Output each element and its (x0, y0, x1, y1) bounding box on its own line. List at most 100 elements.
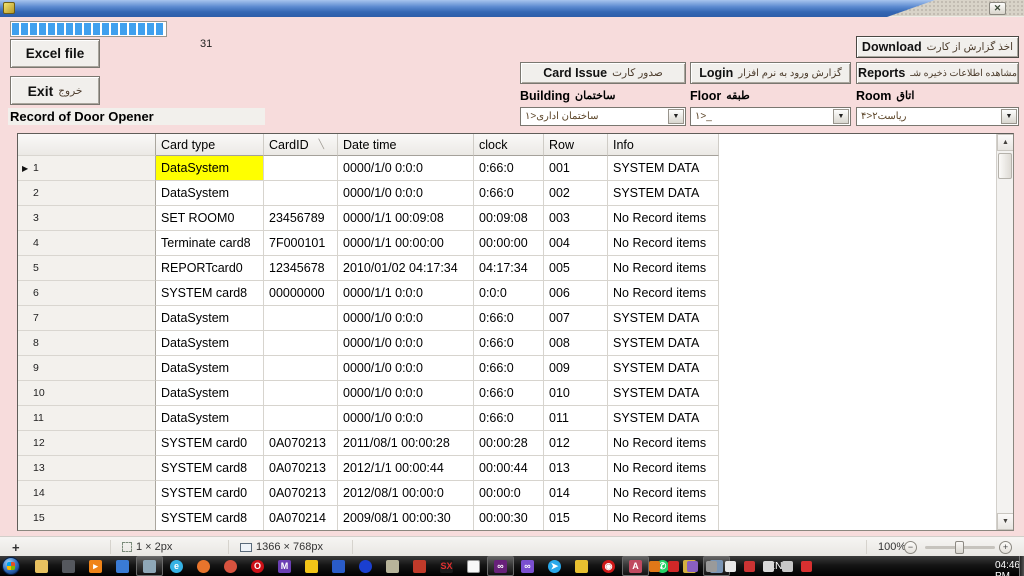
windows-explorer-icon[interactable] (28, 556, 55, 576)
table-row[interactable]: 15SYSTEM card80A0702142009/08/1 00:00:30… (18, 506, 996, 530)
cell-info[interactable]: SYSTEM DATA (608, 356, 719, 381)
firefox-icon[interactable] (190, 556, 217, 576)
row-header[interactable]: 2 (18, 181, 156, 206)
cell-card-type[interactable]: Terminate card8 (156, 231, 264, 256)
cell-clock[interactable]: 0:66:0 (474, 306, 544, 331)
cell-info[interactable]: SYSTEM DATA (608, 406, 719, 431)
cell-date-time[interactable]: 0000/1/1 00:09:08 (338, 206, 474, 231)
row-header[interactable]: 11 (18, 406, 156, 431)
tray-display-icon[interactable] (706, 561, 717, 572)
cell-row[interactable]: 007 (544, 306, 608, 331)
image-viewer-icon[interactable] (136, 556, 163, 576)
cell-date-time[interactable]: 0000/1/0 0:0:0 (338, 381, 474, 406)
cell-card-id[interactable]: 0A070213 (264, 456, 338, 481)
cell-date-time[interactable]: 2012/1/1 00:00:44 (338, 456, 474, 481)
window-titlebar[interactable]: ✕ (0, 0, 1024, 17)
table-row[interactable]: 11DataSystem0000/1/0 0:0:00:66:0011SYSTE… (18, 406, 996, 431)
yellow-player-icon[interactable] (298, 556, 325, 576)
cell-card-id[interactable] (264, 331, 338, 356)
row-header[interactable]: ▶1 (18, 156, 156, 181)
table-vertical-scrollbar[interactable]: ▲ ▼ (996, 134, 1013, 530)
cell-card-id[interactable]: 0A070214 (264, 506, 338, 530)
cell-info[interactable]: SYSTEM DATA (608, 156, 719, 181)
access-icon[interactable]: A (622, 556, 649, 576)
infinity-app-icon[interactable]: ∞ (514, 556, 541, 576)
cell-date-time[interactable]: 0000/1/0 0:0:0 (338, 356, 474, 381)
zoom-out-button[interactable]: − (904, 537, 917, 557)
cell-info[interactable]: No Record items (608, 256, 719, 281)
col-header-info[interactable]: Info (608, 134, 719, 156)
cell-card-type[interactable]: SYSTEM card0 (156, 481, 264, 506)
visual-studio-icon[interactable]: ∞ (487, 556, 514, 576)
tray-alert-icon[interactable] (744, 561, 755, 572)
row-header[interactable]: 5 (18, 256, 156, 281)
floor-select[interactable]: ١>_ ▼ (690, 107, 851, 126)
cell-clock[interactable]: 0:66:0 (474, 181, 544, 206)
cell-card-type[interactable]: SET ROOM0 (156, 206, 264, 231)
blue-circle-icon[interactable] (352, 556, 379, 576)
cell-card-id[interactable] (264, 181, 338, 206)
cell-row[interactable]: 010 (544, 381, 608, 406)
cell-card-id[interactable] (264, 406, 338, 431)
cell-info[interactable]: No Record items (608, 206, 719, 231)
cell-info[interactable]: SYSTEM DATA (608, 306, 719, 331)
row-header[interactable]: 8 (18, 331, 156, 356)
table-row[interactable]: 10DataSystem0000/1/0 0:0:00:66:0010SYSTE… (18, 381, 996, 406)
zoom-slider[interactable] (925, 546, 995, 549)
card-issue-button[interactable]: Card Issue صدور کارت (520, 62, 686, 84)
row-header[interactable]: 12 (18, 431, 156, 456)
cell-date-time[interactable]: 0000/1/1 0:0:0 (338, 281, 474, 306)
cell-row[interactable]: 002 (544, 181, 608, 206)
cell-info[interactable]: SYSTEM DATA (608, 331, 719, 356)
row-header[interactable]: 15 (18, 506, 156, 530)
keyboard-app-icon[interactable] (325, 556, 352, 576)
download-button[interactable]: Download اخذ گزارش از کارت (856, 36, 1019, 58)
zoom-slider-thumb[interactable] (955, 541, 964, 554)
col-header-date-time[interactable]: Date time (338, 134, 474, 156)
cell-clock[interactable]: 04:17:34 (474, 256, 544, 281)
cell-card-type[interactable]: DataSystem (156, 356, 264, 381)
cell-card-id[interactable] (264, 356, 338, 381)
row-header[interactable]: 3 (18, 206, 156, 231)
cell-clock[interactable]: 0:66:0 (474, 156, 544, 181)
cell-date-time[interactable]: 2009/08/1 00:00:30 (338, 506, 474, 530)
table-row[interactable]: 4Terminate card87F0001010000/1/1 00:00:0… (18, 231, 996, 256)
screen-recorder-icon[interactable]: ◉ (595, 556, 622, 576)
scroll-up-icon[interactable]: ▲ (997, 134, 1014, 151)
table-row[interactable]: 8DataSystem0000/1/0 0:0:00:66:0008SYSTEM… (18, 331, 996, 356)
cell-card-id[interactable]: 00000000 (264, 281, 338, 306)
chevron-down-icon[interactable]: ▼ (833, 109, 849, 124)
cell-date-time[interactable]: 0000/1/0 0:0:0 (338, 331, 474, 356)
cell-clock[interactable]: 00:09:08 (474, 206, 544, 231)
cell-card-type[interactable]: SYSTEM card8 (156, 506, 264, 530)
cell-info[interactable]: SYSTEM DATA (608, 181, 719, 206)
cell-row[interactable]: 006 (544, 281, 608, 306)
internet-explorer-icon[interactable]: e (163, 556, 190, 576)
tray-ball-icon[interactable] (649, 561, 660, 572)
tray-visual-studio-icon[interactable] (687, 561, 698, 572)
table-row[interactable]: 7DataSystem0000/1/0 0:0:00:66:0007SYSTEM… (18, 306, 996, 331)
row-header[interactable]: 6 (18, 281, 156, 306)
login-button[interactable]: Login گزارش ورود به نرم افزار (690, 62, 851, 84)
cell-date-time[interactable]: 0000/1/0 0:0:0 (338, 406, 474, 431)
row-header[interactable]: 9 (18, 356, 156, 381)
telegram-icon[interactable]: ➤ (541, 556, 568, 576)
cell-row[interactable]: 001 (544, 156, 608, 181)
cell-card-id[interactable]: 0A070213 (264, 431, 338, 456)
cell-info[interactable]: SYSTEM DATA (608, 381, 719, 406)
row-header[interactable]: 10 (18, 381, 156, 406)
chrome-icon[interactable] (217, 556, 244, 576)
col-header-row[interactable]: Row (544, 134, 608, 156)
col-header-rownum[interactable] (18, 134, 156, 156)
row-header[interactable]: 4 (18, 231, 156, 256)
chevron-down-icon[interactable]: ▼ (668, 109, 684, 124)
start-button[interactable] (2, 557, 20, 575)
row-header[interactable]: 7 (18, 306, 156, 331)
cell-card-type[interactable]: DataSystem (156, 156, 264, 181)
close-icon[interactable]: ✕ (989, 2, 1006, 15)
tray-security-icon[interactable] (801, 561, 812, 572)
bird-app-icon[interactable] (568, 556, 595, 576)
red-app-icon[interactable] (406, 556, 433, 576)
cell-card-type[interactable]: DataSystem (156, 331, 264, 356)
tray-volume-icon[interactable] (782, 561, 793, 572)
